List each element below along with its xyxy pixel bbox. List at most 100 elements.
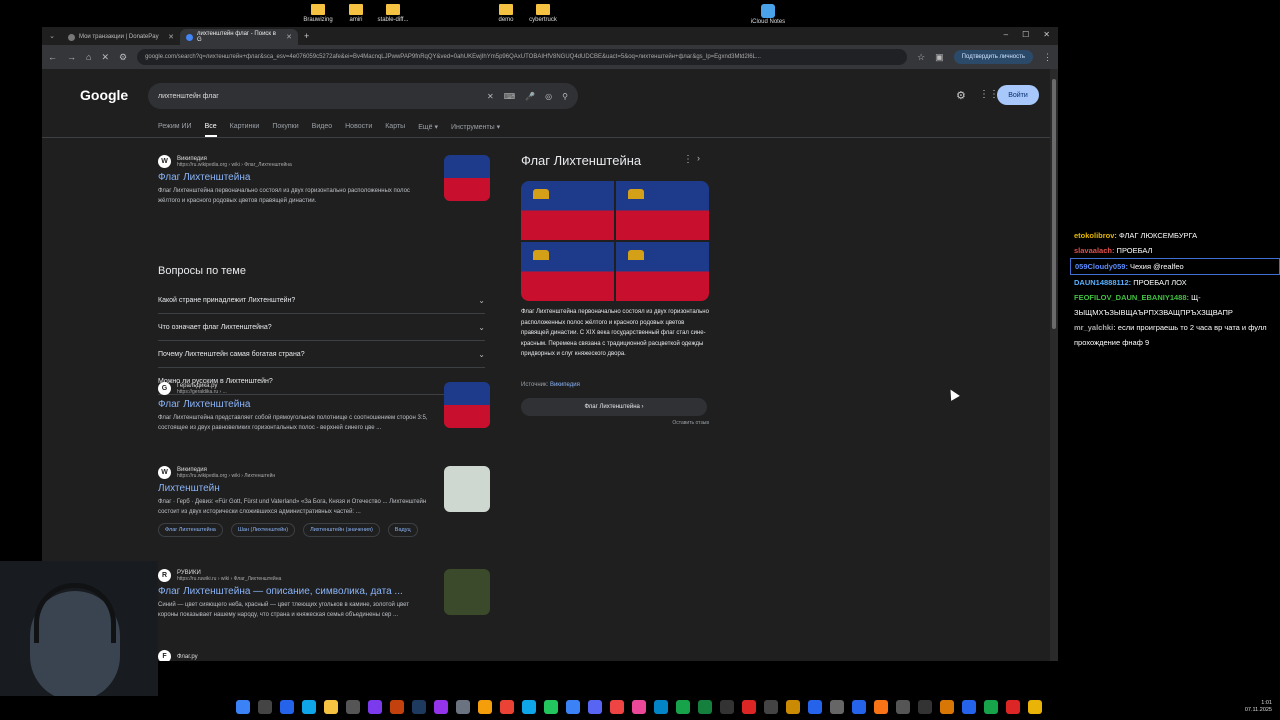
result-title-link[interactable]: Флаг Лихтенштейна — описание, символика,…: [158, 586, 488, 597]
steam-icon[interactable]: [412, 700, 426, 714]
scrollbar-thumb[interactable]: [1052, 79, 1056, 329]
photo-thumbnail[interactable]: [444, 569, 490, 615]
mic-icon[interactable]: 🎤: [525, 92, 535, 101]
settings-gear-icon[interactable]: ⚙: [956, 89, 966, 102]
app-icon[interactable]: [1028, 700, 1042, 714]
kp-more-icon[interactable]: ⋮: [683, 154, 693, 165]
paa-question[interactable]: Почему Лихтенштейн самая богатая страна?…: [158, 341, 485, 368]
app-icon[interactable]: [346, 700, 360, 714]
result-source[interactable]: W Википедия https://ru.wikipedia.org › wi…: [158, 466, 488, 479]
paa-question[interactable]: Какой стране принадлежит Лихтенштейн? ⌄: [158, 287, 485, 314]
kp-image-grid[interactable]: [521, 181, 709, 301]
lens-icon[interactable]: ◎: [545, 92, 552, 101]
page-scrollbar[interactable]: [1050, 69, 1058, 661]
related-chip[interactable]: Вадуц: [387, 523, 418, 537]
filter-video[interactable]: Видео: [312, 123, 332, 137]
result-source[interactable]: G Геральдика.ру https://geraldika.ru › ..…: [158, 382, 488, 395]
app-icon[interactable]: [742, 700, 756, 714]
flag-thumbnail[interactable]: [444, 382, 490, 428]
menu-icon[interactable]: ⋮: [1043, 52, 1052, 63]
filter-all[interactable]: Все: [204, 123, 217, 137]
login-button[interactable]: Войти: [997, 85, 1039, 105]
filter-ai-mode[interactable]: Режим ИИ: [158, 123, 192, 137]
filter-images[interactable]: Картинки: [230, 123, 260, 137]
paa-question[interactable]: Что означает флаг Лихтенштейна? ⌄: [158, 314, 485, 341]
yandex-icon[interactable]: [478, 700, 492, 714]
search-icon[interactable]: ⚲: [562, 92, 568, 101]
firefox-icon[interactable]: [874, 700, 888, 714]
filter-more[interactable]: Ещё ▾: [418, 123, 438, 137]
result-title-link[interactable]: Лихтенштейн: [158, 483, 488, 494]
search-icon[interactable]: [258, 700, 272, 714]
flag-image[interactable]: [616, 242, 709, 301]
tab-list-icon[interactable]: ⌄: [42, 32, 62, 40]
app-icon[interactable]: [280, 700, 294, 714]
app-icon[interactable]: [1006, 700, 1020, 714]
app-icon[interactable]: [808, 700, 822, 714]
app-icon[interactable]: [830, 700, 844, 714]
spotify-icon[interactable]: [544, 700, 558, 714]
result-source[interactable]: W Википедия https://ru.wikipedia.org › wi…: [158, 155, 488, 168]
desktop-icloud-notes[interactable]: iCloud Notes: [743, 4, 793, 25]
kp-source-link[interactable]: Википедия: [550, 382, 580, 388]
result-source[interactable]: R РУВИКИ https://ru.ruwiki.ru › wiki › Фл…: [158, 569, 488, 582]
filter-shopping[interactable]: Покупки: [272, 123, 298, 137]
app-icon[interactable]: [390, 700, 404, 714]
flag-image[interactable]: [616, 181, 709, 240]
app-icon[interactable]: [896, 700, 910, 714]
new-tab-button[interactable]: +: [304, 31, 309, 41]
related-chip[interactable]: Шан (Лихтенштейн): [230, 523, 296, 537]
chrome-icon[interactable]: [500, 700, 514, 714]
app-icon[interactable]: [610, 700, 624, 714]
app-icon[interactable]: [654, 700, 668, 714]
clear-icon[interactable]: ✕: [487, 92, 494, 101]
star-icon[interactable]: ☆: [917, 52, 925, 63]
related-chip[interactable]: Флаг Лихтенштейна: [158, 523, 223, 537]
discord-icon[interactable]: [588, 700, 602, 714]
flag-image[interactable]: [521, 181, 614, 240]
app-icon[interactable]: [698, 700, 712, 714]
home-icon[interactable]: ⌂: [86, 52, 91, 62]
app-icon[interactable]: [962, 700, 976, 714]
whatsapp-icon[interactable]: [676, 700, 690, 714]
site-info-icon[interactable]: ⚙: [119, 52, 127, 63]
app-icon[interactable]: [786, 700, 800, 714]
terminal-icon[interactable]: [720, 700, 734, 714]
apps-grid-icon[interactable]: ⋮⋮: [979, 89, 999, 100]
app-icon[interactable]: [522, 700, 536, 714]
explorer-icon[interactable]: [324, 700, 338, 714]
related-chip[interactable]: Лихтенштейн (значения): [303, 523, 380, 537]
map-thumbnail[interactable]: [444, 466, 490, 512]
app-icon[interactable]: [456, 700, 470, 714]
google-logo[interactable]: Google: [80, 87, 128, 103]
address-bar[interactable]: google.com/search?q=лихтенштейн+флаг&sca…: [137, 49, 908, 65]
desktop-folder[interactable]: cybertruck: [518, 4, 568, 23]
app-icon[interactable]: [302, 700, 316, 714]
desktop-folder[interactable]: stable-diff...: [368, 4, 418, 23]
minimize-icon[interactable]: –: [1004, 30, 1008, 39]
kp-more-button[interactable]: Флаг Лихтенштейна ›: [521, 398, 707, 416]
app-icon[interactable]: [852, 700, 866, 714]
search-input[interactable]: лихтенштейн флаг ✕ ⌨ 🎤 ◎ ⚲: [148, 83, 578, 109]
app-icon[interactable]: [764, 700, 778, 714]
system-tray-clock[interactable]: 1:01 07.11.2025: [1245, 700, 1272, 714]
back-icon[interactable]: ←: [48, 52, 57, 62]
app-icon[interactable]: [368, 700, 382, 714]
stop-icon[interactable]: ✕: [101, 52, 109, 63]
app-icon[interactable]: [918, 700, 932, 714]
feedback-link[interactable]: Оставить отзыв: [672, 420, 709, 426]
close-tab-icon[interactable]: ✕: [168, 33, 174, 41]
close-window-icon[interactable]: ✕: [1043, 30, 1050, 39]
flag-thumbnail[interactable]: [444, 155, 490, 201]
verify-identity-button[interactable]: Подтвердить личность: [953, 50, 1033, 64]
close-tab-icon[interactable]: ✕: [286, 33, 292, 41]
tab-donatepay[interactable]: Мои транзакции | DonatePay ✕: [62, 29, 180, 45]
app-icon[interactable]: [434, 700, 448, 714]
music-icon[interactable]: [632, 700, 646, 714]
start-icon[interactable]: [236, 700, 250, 714]
app-icon[interactable]: [984, 700, 998, 714]
app-icon[interactable]: [566, 700, 580, 714]
result-title-link[interactable]: Флаг Лихтенштейна: [158, 399, 488, 410]
filter-news[interactable]: Новости: [345, 123, 372, 137]
flag-image[interactable]: [521, 242, 614, 301]
